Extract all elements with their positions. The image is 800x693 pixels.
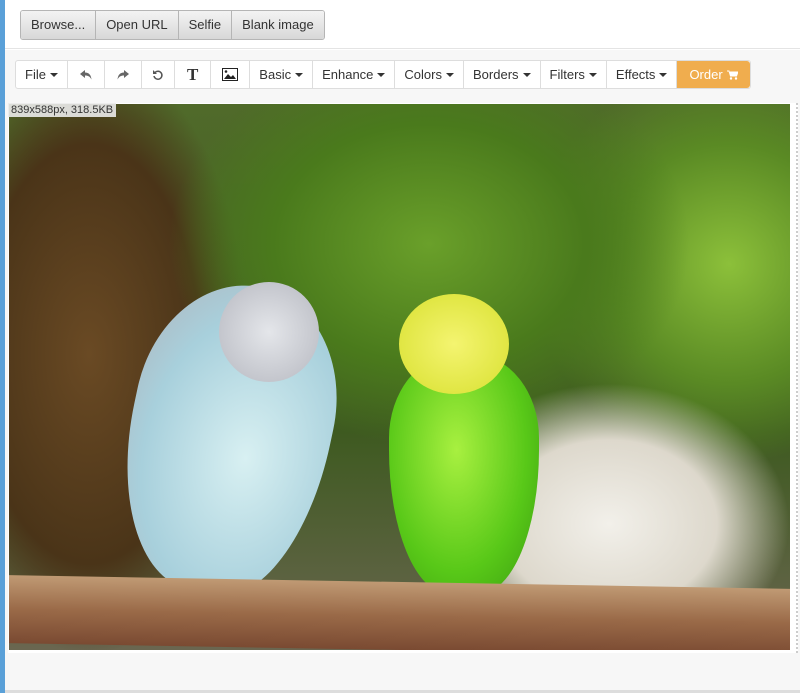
order-label: Order bbox=[689, 67, 723, 82]
image-icon bbox=[222, 68, 239, 81]
budgies-photo bbox=[9, 104, 790, 650]
effects-label: Effects bbox=[615, 67, 656, 82]
enhance-menu[interactable]: Enhance bbox=[313, 61, 396, 88]
caret-down-icon bbox=[295, 72, 304, 77]
source-bar: Browse... Open URL Selfie Blank image bbox=[5, 0, 800, 49]
file-label: File bbox=[25, 67, 46, 82]
redo-icon bbox=[117, 69, 129, 79]
editor-area: File T Basic Enhance Colors Borders Filt… bbox=[5, 50, 800, 693]
caret-down-icon bbox=[659, 72, 668, 77]
wooden-perch bbox=[9, 575, 790, 650]
rotate-icon bbox=[152, 69, 163, 80]
image-canvas[interactable]: 839x588px, 318.5KB bbox=[8, 103, 798, 653]
selfie-button[interactable]: Selfie bbox=[178, 11, 233, 39]
borders-menu[interactable]: Borders bbox=[464, 61, 541, 88]
undo-button[interactable] bbox=[68, 61, 105, 88]
blank-image-button[interactable]: Blank image bbox=[232, 11, 324, 39]
editor-toolbar: File T Basic Enhance Colors Borders Filt… bbox=[15, 60, 751, 89]
text-icon: T bbox=[186, 65, 199, 84]
image-info: 839x588px, 318.5KB bbox=[8, 103, 117, 117]
enhance-label: Enhance bbox=[322, 67, 374, 82]
colors-label: Colors bbox=[404, 67, 442, 82]
filters-menu[interactable]: Filters bbox=[541, 61, 607, 88]
caret-down-icon bbox=[446, 72, 454, 77]
file-menu[interactable]: File bbox=[16, 61, 68, 88]
caret-down-icon bbox=[377, 72, 386, 77]
filters-label: Filters bbox=[549, 67, 585, 82]
undo-icon bbox=[79, 69, 92, 79]
order-button[interactable]: Order bbox=[677, 61, 750, 88]
green-budgie-head bbox=[399, 294, 509, 394]
rotate-button[interactable] bbox=[142, 61, 175, 88]
redo-button[interactable] bbox=[105, 61, 142, 88]
colors-menu[interactable]: Colors bbox=[395, 61, 464, 88]
basic-label: Basic bbox=[259, 67, 292, 82]
text-button[interactable]: T bbox=[175, 61, 212, 88]
caret-down-icon bbox=[522, 72, 531, 77]
browse-button[interactable]: Browse... bbox=[21, 11, 97, 39]
open-url-button[interactable]: Open URL bbox=[96, 11, 179, 39]
caret-down-icon bbox=[49, 72, 58, 77]
blue-budgie-head bbox=[219, 282, 319, 382]
caret-down-icon bbox=[588, 72, 597, 77]
insert-image-button[interactable] bbox=[211, 61, 251, 88]
borders-label: Borders bbox=[473, 67, 519, 82]
effects-menu[interactable]: Effects bbox=[607, 61, 678, 88]
basic-menu[interactable]: Basic bbox=[250, 61, 314, 88]
cart-icon bbox=[726, 70, 738, 80]
source-button-group: Browse... Open URL Selfie Blank image bbox=[20, 10, 325, 40]
